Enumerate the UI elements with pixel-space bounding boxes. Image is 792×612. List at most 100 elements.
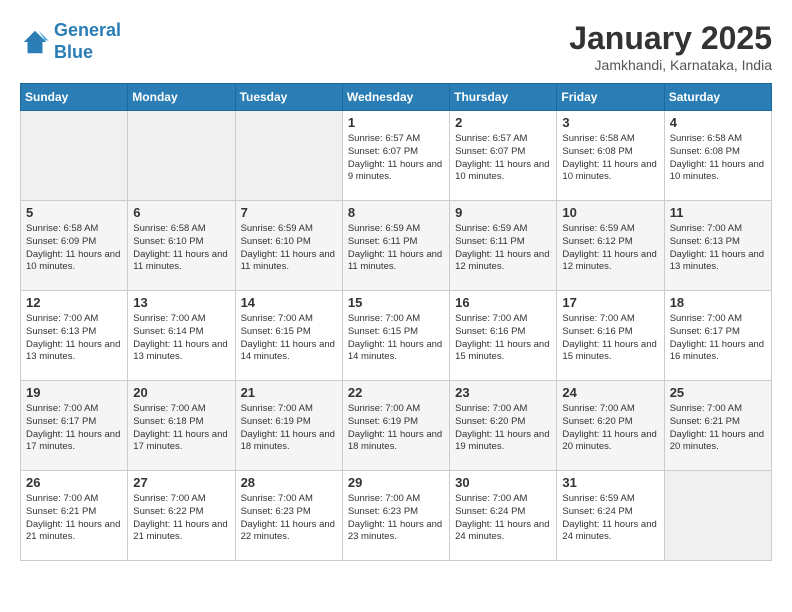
day-number: 11 — [670, 205, 766, 220]
calendar-cell: 25Sunrise: 7:00 AMSunset: 6:21 PMDayligh… — [664, 381, 771, 471]
day-number: 7 — [241, 205, 337, 220]
day-number: 18 — [670, 295, 766, 310]
cell-info: Sunrise: 7:00 AMSunset: 6:18 PMDaylight:… — [133, 403, 229, 454]
calendar-cell: 30Sunrise: 7:00 AMSunset: 6:24 PMDayligh… — [450, 471, 557, 561]
cell-info: Sunrise: 6:59 AMSunset: 6:11 PMDaylight:… — [348, 223, 444, 274]
day-number: 15 — [348, 295, 444, 310]
cell-info: Sunrise: 6:58 AMSunset: 6:08 PMDaylight:… — [562, 133, 658, 184]
calendar-cell: 8 Sunrise: 6:59 AMSunset: 6:11 PMDaylight… — [342, 201, 449, 291]
day-number: 14 — [241, 295, 337, 310]
day-number: 16 — [455, 295, 551, 310]
cell-info: Sunrise: 6:59 AMSunset: 6:10 PMDaylight:… — [241, 223, 337, 274]
calendar-cell: 5Sunrise: 6:58 AMSunset: 6:09 PMDaylight… — [21, 201, 128, 291]
calendar-cell: 12 Sunrise: 7:00 AMSunset: 6:13 PMDayligh… — [21, 291, 128, 381]
day-number: 24 — [562, 385, 658, 400]
calendar-cell: 11 Sunrise: 7:00 AMSunset: 6:13 PMDayligh… — [664, 201, 771, 291]
calendar-table: SundayMondayTuesdayWednesdayThursdayFrid… — [20, 83, 772, 561]
calendar-cell: 29 Sunrise: 7:00 AMSunset: 6:23 PMDayligh… — [342, 471, 449, 561]
day-number: 10 — [562, 205, 658, 220]
logo: General Blue — [20, 20, 121, 63]
day-number: 30 — [455, 475, 551, 490]
day-number: 17 — [562, 295, 658, 310]
cell-info: Sunrise: 7:00 AMSunset: 6:16 PMDaylight:… — [562, 313, 658, 364]
day-number: 3 — [562, 115, 658, 130]
calendar-cell: 10 Sunrise: 6:59 AMSunset: 6:12 PMDayligh… — [557, 201, 664, 291]
cell-info: Sunrise: 7:00 AMSunset: 6:13 PMDaylight:… — [26, 313, 122, 364]
calendar-cell: 18 Sunrise: 7:00 AMSunset: 6:17 PMDayligh… — [664, 291, 771, 381]
day-number: 19 — [26, 385, 122, 400]
col-header-saturday: Saturday — [664, 84, 771, 111]
calendar-cell — [664, 471, 771, 561]
page-header: General Blue January 2025 Jamkhandi, Kar… — [20, 20, 772, 73]
calendar-cell: 17 Sunrise: 7:00 AMSunset: 6:16 PMDayligh… — [557, 291, 664, 381]
calendar-cell: 28Sunrise: 7:00 AMSunset: 6:23 PMDayligh… — [235, 471, 342, 561]
day-number: 8 — [348, 205, 444, 220]
week-row-2: 5Sunrise: 6:58 AMSunset: 6:09 PMDaylight… — [21, 201, 772, 291]
day-number: 22 — [348, 385, 444, 400]
calendar-cell: 24 Sunrise: 7:00 AMSunset: 6:20 PMDayligh… — [557, 381, 664, 471]
calendar-cell: 21 Sunrise: 7:00 AMSunset: 6:19 PMDayligh… — [235, 381, 342, 471]
calendar-cell — [235, 111, 342, 201]
day-number: 29 — [348, 475, 444, 490]
calendar-cell: 7 Sunrise: 6:59 AMSunset: 6:10 PMDaylight… — [235, 201, 342, 291]
calendar-cell: 19 Sunrise: 7:00 AMSunset: 6:17 PMDayligh… — [21, 381, 128, 471]
calendar-cell: 1Sunrise: 6:57 AMSunset: 6:07 PMDaylight… — [342, 111, 449, 201]
calendar-cell: 2 Sunrise: 6:57 AMSunset: 6:07 PMDaylight… — [450, 111, 557, 201]
day-number: 31 — [562, 475, 658, 490]
cell-info: Sunrise: 6:58 AMSunset: 6:08 PMDaylight:… — [670, 133, 766, 184]
cell-info: Sunrise: 7:00 AMSunset: 6:17 PMDaylight:… — [26, 403, 122, 454]
location: Jamkhandi, Karnataka, India — [569, 57, 772, 73]
cell-info: Sunrise: 6:59 AMSunset: 6:12 PMDaylight:… — [562, 223, 658, 274]
cell-info: Sunrise: 7:00 AMSunset: 6:20 PMDaylight:… — [455, 403, 551, 454]
day-number: 4 — [670, 115, 766, 130]
cell-info: Sunrise: 7:00 AMSunset: 6:22 PMDaylight:… — [133, 493, 229, 544]
calendar-cell: 14 Sunrise: 7:00 AMSunset: 6:15 PMDayligh… — [235, 291, 342, 381]
cell-info: Sunrise: 7:00 AMSunset: 6:17 PMDaylight:… — [670, 313, 766, 364]
day-number: 9 — [455, 205, 551, 220]
day-number: 20 — [133, 385, 229, 400]
day-number: 1 — [348, 115, 444, 130]
title-block: January 2025 Jamkhandi, Karnataka, India — [569, 20, 772, 73]
day-number: 6 — [133, 205, 229, 220]
month-title: January 2025 — [569, 20, 772, 57]
col-header-tuesday: Tuesday — [235, 84, 342, 111]
cell-info: Sunrise: 7:00 AMSunset: 6:19 PMDaylight:… — [241, 403, 337, 454]
day-number: 2 — [455, 115, 551, 130]
week-row-3: 12 Sunrise: 7:00 AMSunset: 6:13 PMDayligh… — [21, 291, 772, 381]
day-number: 26 — [26, 475, 122, 490]
cell-info: Sunrise: 7:00 AMSunset: 6:23 PMDaylight:… — [348, 493, 444, 544]
calendar-cell: 13Sunrise: 7:00 AMSunset: 6:14 PMDayligh… — [128, 291, 235, 381]
cell-info: Sunrise: 7:00 AMSunset: 6:15 PMDaylight:… — [241, 313, 337, 364]
day-number: 21 — [241, 385, 337, 400]
cell-info: Sunrise: 7:00 AMSunset: 6:21 PMDaylight:… — [26, 493, 122, 544]
calendar-cell — [21, 111, 128, 201]
logo-icon — [20, 27, 50, 57]
cell-info: Sunrise: 7:00 AMSunset: 6:13 PMDaylight:… — [670, 223, 766, 274]
calendar-cell: 16Sunrise: 7:00 AMSunset: 6:16 PMDayligh… — [450, 291, 557, 381]
col-header-friday: Friday — [557, 84, 664, 111]
col-header-thursday: Thursday — [450, 84, 557, 111]
calendar-cell: 6 Sunrise: 6:58 AMSunset: 6:10 PMDaylight… — [128, 201, 235, 291]
cell-info: Sunrise: 7:00 AMSunset: 6:20 PMDaylight:… — [562, 403, 658, 454]
calendar-cell: 15Sunrise: 7:00 AMSunset: 6:15 PMDayligh… — [342, 291, 449, 381]
week-row-4: 19 Sunrise: 7:00 AMSunset: 6:17 PMDayligh… — [21, 381, 772, 471]
cell-info: Sunrise: 7:00 AMSunset: 6:21 PMDaylight:… — [670, 403, 766, 454]
cell-info: Sunrise: 6:57 AMSunset: 6:07 PMDaylight:… — [455, 133, 551, 184]
cell-info: Sunrise: 6:58 AMSunset: 6:10 PMDaylight:… — [133, 223, 229, 274]
calendar-cell: 22 Sunrise: 7:00 AMSunset: 6:19 PMDayligh… — [342, 381, 449, 471]
day-number: 28 — [241, 475, 337, 490]
day-number: 27 — [133, 475, 229, 490]
calendar-cell — [128, 111, 235, 201]
cell-info: Sunrise: 7:00 AMSunset: 6:14 PMDaylight:… — [133, 313, 229, 364]
calendar-cell: 31 Sunrise: 6:59 AMSunset: 6:24 PMDayligh… — [557, 471, 664, 561]
calendar-cell: 3 Sunrise: 6:58 AMSunset: 6:08 PMDaylight… — [557, 111, 664, 201]
logo-blue: Blue — [54, 42, 121, 64]
day-number: 12 — [26, 295, 122, 310]
cell-info: Sunrise: 6:59 AMSunset: 6:11 PMDaylight:… — [455, 223, 551, 274]
day-number: 5 — [26, 205, 122, 220]
col-header-monday: Monday — [128, 84, 235, 111]
cell-info: Sunrise: 7:00 AMSunset: 6:19 PMDaylight:… — [348, 403, 444, 454]
calendar-cell: 9 Sunrise: 6:59 AMSunset: 6:11 PMDaylight… — [450, 201, 557, 291]
cell-info: Sunrise: 6:59 AMSunset: 6:24 PMDaylight:… — [562, 493, 658, 544]
logo-general: General — [54, 20, 121, 40]
